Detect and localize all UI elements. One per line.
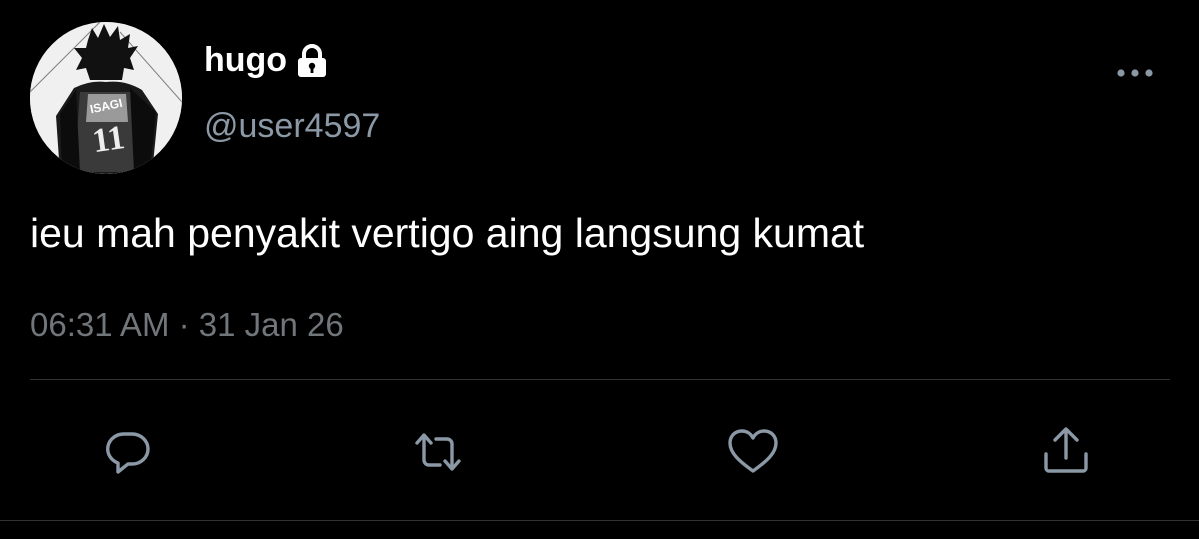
divider [30,379,1170,380]
avatar-jersey-number: 11 [90,119,127,160]
more-icon [1117,69,1153,77]
avatar-image: ISAGI 11 [30,22,182,174]
more-options-button[interactable] [1112,58,1158,88]
like-icon [728,429,778,473]
share-icon [1044,427,1088,473]
timestamp-separator: · [178,306,190,343]
like-button[interactable] [725,424,781,480]
share-button[interactable] [1038,424,1094,480]
bottom-divider [0,520,1199,521]
reply-button[interactable] [100,424,156,480]
retweet-button[interactable] [410,424,466,480]
retweet-icon [415,433,461,471]
tweet-timestamp[interactable]: 06:31 AM · 31 Jan 26 [30,304,344,346]
lock-icon [295,43,329,79]
tweet-time: 06:31 AM [30,306,170,343]
tweet: ISAGI 11 hugo @user4597 ieu mah penyakit… [0,0,1199,539]
username-handle[interactable]: @user4597 [204,106,380,146]
tweet-text: ieu mah penyakit vertigo aing langsung k… [30,210,865,256]
avatar[interactable]: ISAGI 11 [30,22,182,174]
author-name-row: hugo [204,40,329,80]
reply-icon [106,432,150,474]
display-name[interactable]: hugo [204,40,287,80]
tweet-date: 31 Jan 26 [198,306,344,343]
